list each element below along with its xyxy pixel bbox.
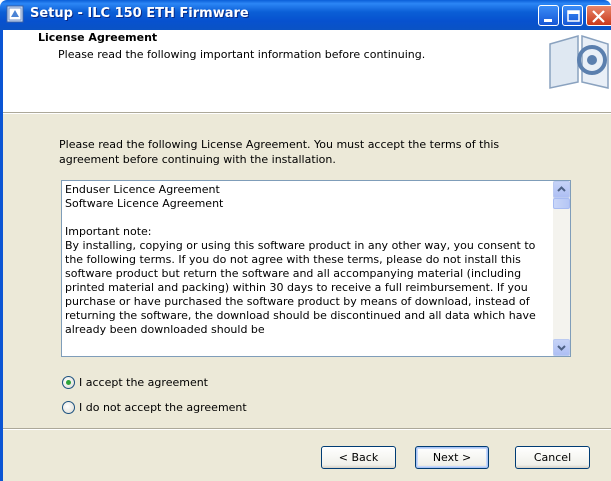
accept-radio-label: I accept the agreement [79, 375, 208, 389]
license-text-box[interactable]: Enduser Licence Agreement Software Licen… [61, 180, 571, 357]
page-title: License Agreement [38, 31, 158, 44]
scroll-thumb[interactable] [553, 198, 570, 209]
close-icon [592, 10, 605, 23]
back-button[interactable]: < Back [321, 446, 396, 469]
title-bar[interactable]: Setup - ILC 150 ETH Firmware [0, 0, 611, 30]
license-text: Enduser Licence Agreement Software Licen… [65, 183, 536, 336]
next-button[interactable]: Next > [415, 446, 489, 469]
scroll-up-button[interactable] [553, 181, 570, 198]
accept-radio-button[interactable] [62, 375, 75, 389]
decline-radio-label: I do not accept the agreement [79, 400, 247, 414]
maximize-button[interactable] [562, 5, 583, 26]
maximize-icon [567, 10, 580, 22]
chevron-up-icon [557, 186, 566, 192]
cancel-button[interactable]: Cancel [515, 446, 590, 469]
chevron-down-icon [557, 345, 566, 351]
intro-text: Please read the following License Agreem… [59, 138, 500, 166]
close-button[interactable] [586, 5, 611, 26]
minimize-icon [544, 19, 552, 22]
license-scrollbar[interactable] [553, 181, 570, 356]
decline-radio-option[interactable]: I do not accept the agreement [62, 399, 247, 415]
minimize-button[interactable] [538, 5, 559, 26]
accept-radio-option[interactable]: I accept the agreement [62, 374, 208, 390]
window-title: Setup - ILC 150 ETH Firmware [30, 6, 249, 21]
scroll-down-button[interactable] [553, 339, 570, 356]
page-subtitle: Please read the following important info… [58, 48, 426, 61]
setup-app-icon [6, 5, 24, 23]
decline-radio-button[interactable] [62, 400, 75, 414]
installer-logo-icon [548, 30, 611, 92]
